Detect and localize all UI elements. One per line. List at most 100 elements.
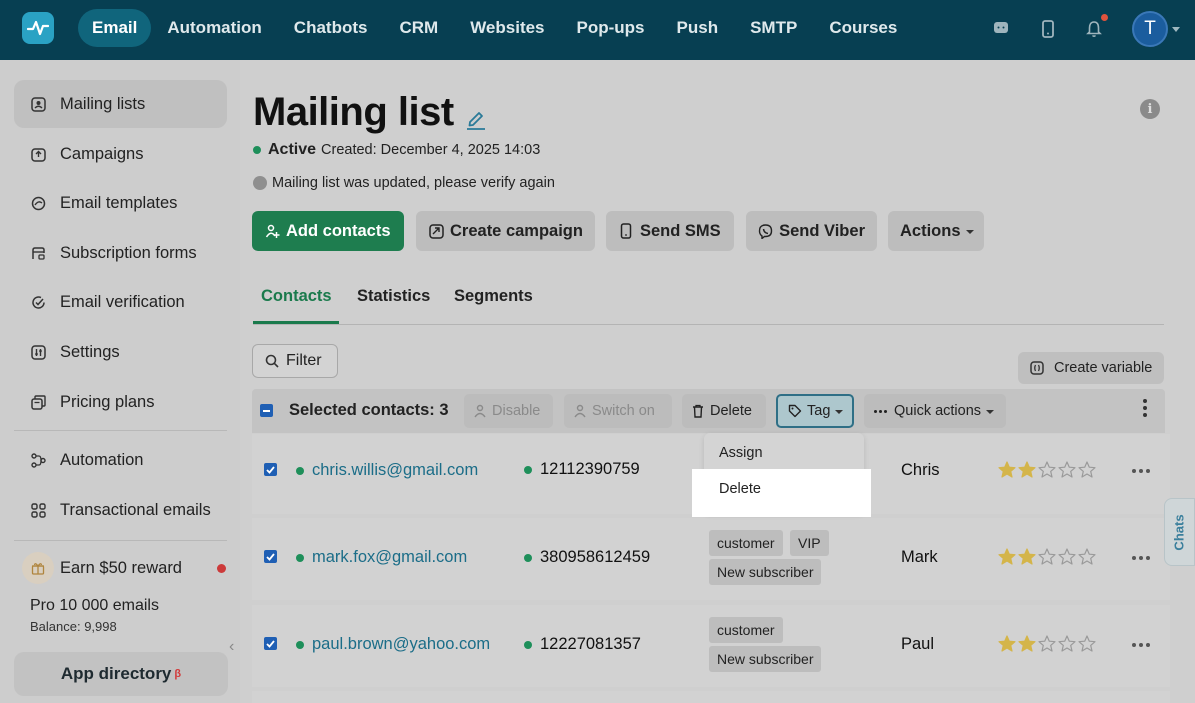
tag-chip[interactable]: customer <box>709 530 783 556</box>
sidebar-item-automation[interactable]: Automation <box>14 436 227 484</box>
row-more-icon[interactable] <box>1132 556 1150 560</box>
contact-phone: 380958612459 <box>524 548 650 567</box>
nav-courses[interactable]: Courses <box>813 9 913 47</box>
star-empty-icon[interactable] <box>1058 548 1076 565</box>
sidebar-item-campaigns[interactable]: Campaigns <box>14 130 227 178</box>
switch-on-label: Switch on <box>592 403 655 419</box>
star-filled-icon[interactable] <box>998 548 1016 565</box>
add-contacts-button[interactable]: Add contacts <box>252 211 404 251</box>
sidebar-item-label: Campaigns <box>60 144 144 163</box>
nav-chatbots[interactable]: Chatbots <box>278 9 384 47</box>
automation-icon <box>30 452 46 468</box>
app-directory-button[interactable]: App directory β <box>14 652 228 696</box>
chats-tab[interactable]: Chats <box>1164 498 1195 566</box>
create-variable-button[interactable]: Create variable <box>1018 352 1164 384</box>
nav-popups[interactable]: Pop-ups <box>561 9 661 47</box>
contact-email[interactable]: chris.willis@gmail.com <box>296 461 478 480</box>
sidebar-item-subscription-forms[interactable]: Subscription forms <box>14 229 227 277</box>
bell-icon[interactable] <box>1083 14 1108 40</box>
star-empty-icon[interactable] <box>1038 548 1056 565</box>
select-all-checkbox[interactable] <box>260 404 273 417</box>
avatar[interactable]: T <box>1132 11 1168 47</box>
send-sms-button[interactable]: Send SMS <box>606 211 734 251</box>
more-vertical-icon[interactable] <box>1143 399 1147 417</box>
tab-statistics[interactable]: Statistics <box>349 280 438 324</box>
pricing-icon <box>30 394 46 410</box>
star-empty-icon[interactable] <box>1058 461 1076 478</box>
chat-icon[interactable] <box>990 18 1012 40</box>
campaign-icon <box>30 146 46 162</box>
star-empty-icon[interactable] <box>1078 461 1096 478</box>
row-checkbox[interactable] <box>264 637 277 650</box>
star-filled-icon[interactable] <box>1018 635 1036 652</box>
tag-chip[interactable]: New subscriber <box>709 559 822 585</box>
delete-label: Delete <box>710 403 752 419</box>
menu-item-delete[interactable]: Delete <box>704 471 864 511</box>
tab-contacts[interactable]: Contacts <box>253 280 339 324</box>
table-row[interactable]: paul.brown@yahoo.com 12227081357 custome… <box>252 605 1170 687</box>
sidebar-item-pricing-plans[interactable]: Pricing plans <box>14 378 227 426</box>
tag-chip[interactable]: customer <box>709 617 783 643</box>
tag-label: Tag <box>807 403 831 419</box>
quick-actions-label: Quick actions <box>894 403 982 419</box>
menu-highlight: Delete <box>692 469 871 517</box>
star-filled-icon[interactable] <box>998 461 1016 478</box>
mobile-icon[interactable] <box>1037 18 1059 40</box>
star-empty-icon[interactable] <box>1078 635 1096 652</box>
nav-crm[interactable]: CRM <box>383 9 454 47</box>
app-logo[interactable] <box>22 12 54 44</box>
actions-dropdown[interactable]: Actions <box>888 211 984 251</box>
tag-chip[interactable]: New subscriber <box>709 646 822 672</box>
menu-item-assign[interactable]: Assign <box>704 435 864 471</box>
create-campaign-button[interactable]: Create campaign <box>416 211 595 251</box>
tab-segments[interactable]: Segments <box>446 280 541 324</box>
create-campaign-label: Create campaign <box>450 221 583 240</box>
campaign-icon <box>428 223 444 239</box>
chats-label: Chats <box>1172 513 1187 551</box>
row-checkbox[interactable] <box>264 550 277 563</box>
sidebar-item-settings[interactable]: Settings <box>14 328 227 376</box>
filter-button[interactable]: Filter <box>252 344 338 378</box>
nav-websites[interactable]: Websites <box>454 9 560 47</box>
quick-actions-button[interactable]: Quick actions <box>864 394 1006 428</box>
star-empty-icon[interactable] <box>1038 461 1056 478</box>
contact-email[interactable]: mark.fox@gmail.com <box>296 548 467 567</box>
star-empty-icon[interactable] <box>1058 635 1076 652</box>
info-icon[interactable]: i <box>1140 99 1160 119</box>
notification-dot <box>1101 14 1108 21</box>
send-viber-button[interactable]: Send Viber <box>746 211 877 251</box>
nav-email[interactable]: Email <box>78 9 152 47</box>
row-checkbox[interactable] <box>264 463 277 476</box>
nav-push[interactable]: Push <box>661 9 735 47</box>
star-filled-icon[interactable] <box>1018 548 1036 565</box>
star-empty-icon[interactable] <box>1038 635 1056 652</box>
earn-reward-link[interactable]: Earn $50 reward <box>22 552 232 584</box>
star-filled-icon[interactable] <box>1018 461 1036 478</box>
mobile-icon <box>618 223 634 239</box>
delete-button[interactable]: Delete <box>682 394 766 428</box>
edit-title-icon[interactable] <box>466 108 486 135</box>
chevron-down-icon <box>835 410 844 414</box>
sidebar-item-email-templates[interactable]: Email templates <box>14 179 227 227</box>
disable-button[interactable]: Disable <box>464 394 553 428</box>
nav-smtp[interactable]: SMTP <box>734 9 813 47</box>
switch-on-button[interactable]: Switch on <box>564 394 672 428</box>
collapse-sidebar-icon[interactable]: ‹ <box>229 638 234 656</box>
sidebar-item-transactional-emails[interactable]: Transactional emails <box>14 486 227 534</box>
row-more-icon[interactable] <box>1132 469 1150 473</box>
send-viber-label: Send Viber <box>779 221 865 240</box>
viber-icon <box>758 223 773 239</box>
sidebar-item-email-verification[interactable]: Email verification <box>14 278 227 326</box>
star-filled-icon[interactable] <box>998 635 1016 652</box>
update-notice: Mailing list was updated, please verify … <box>253 175 555 191</box>
contact-email[interactable]: paul.brown@yahoo.com <box>296 635 490 654</box>
tag-button[interactable]: Tag <box>776 394 854 428</box>
sidebar-item-mailing-lists[interactable]: Mailing lists <box>14 80 227 128</box>
table-row[interactable]: mark.fox@gmail.com 380958612459 customer… <box>252 518 1170 600</box>
star-empty-icon[interactable] <box>1078 548 1096 565</box>
chevron-down-icon[interactable] <box>1172 27 1180 32</box>
sidebar-item-label: Mailing lists <box>60 94 146 113</box>
nav-automation[interactable]: Automation <box>151 9 277 47</box>
row-more-icon[interactable] <box>1132 643 1150 647</box>
tag-chip[interactable]: VIP <box>790 530 829 556</box>
